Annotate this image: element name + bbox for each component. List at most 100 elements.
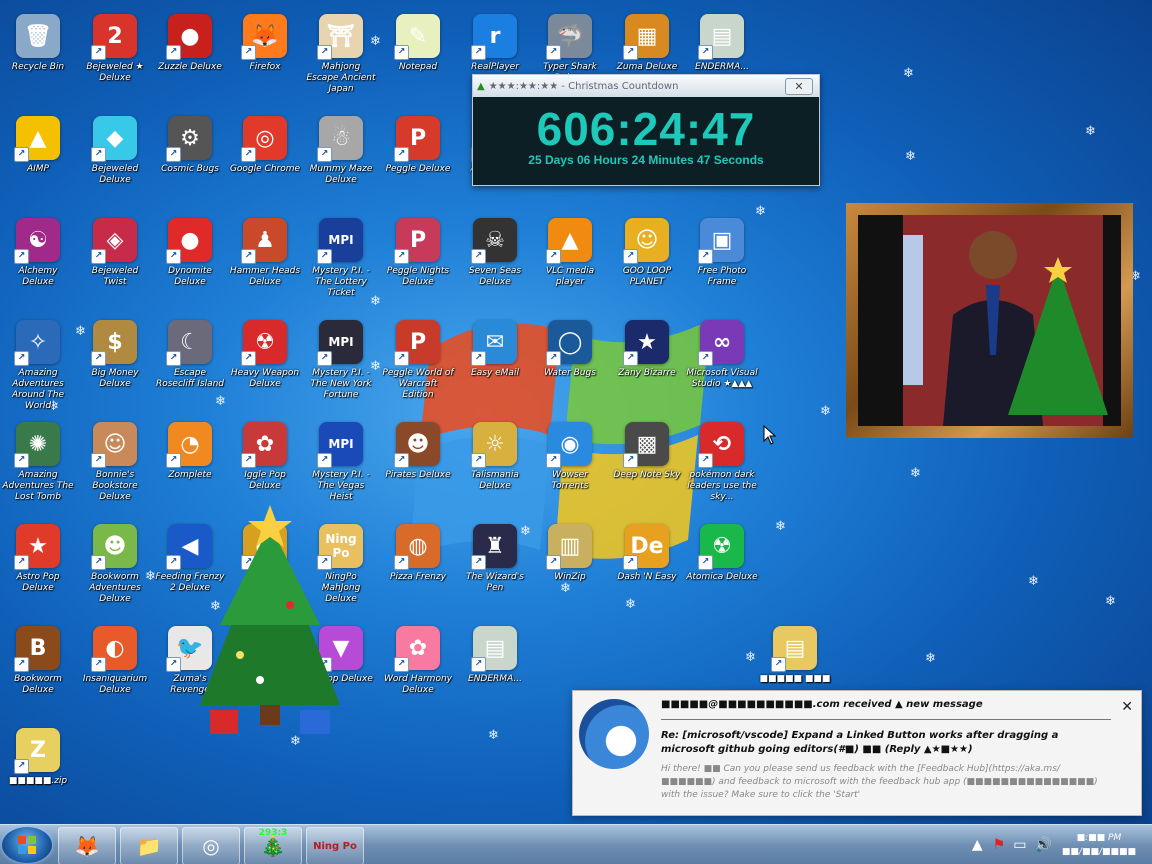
christmas-countdown-window[interactable]: ▲ ★★★:★★:★★ - Christmas Countdown ✕ 606:…	[472, 74, 820, 186]
tree-icon: ▲	[477, 80, 485, 92]
desktop-icon-label: Easy eMail	[471, 368, 519, 378]
shortcut-arrow-icon: ↗	[394, 555, 409, 570]
ningpo-taskbar-button[interactable]: Ning Po	[306, 827, 364, 864]
desktop-icon-image: MPI ↗	[317, 422, 363, 468]
windows-start-icon	[18, 836, 36, 854]
desktop-icon[interactable]: ☻ ↗ Bookworm Adventures Deluxe	[77, 520, 153, 620]
desktop-icon[interactable]: B ↗ Bookworm Deluxe	[0, 622, 76, 722]
countdown-titlebar[interactable]: ▲ ★★★:★★:★★ - Christmas Countdown ✕	[473, 75, 819, 97]
thunderbird-notification[interactable]: ■■■■■@■■■■■■■■■■.com received ▲ new mess…	[572, 690, 1142, 816]
desktop-icon[interactable]: ◯ ↗ Water Bugs	[532, 316, 608, 416]
desktop-icon[interactable]: ◆ ↗ Bejeweled Deluxe	[77, 112, 153, 212]
desktop-icon[interactable]: ☻ ↗ Pirates Deluxe	[380, 418, 456, 518]
desktop-icon[interactable]: ◐ ↗ Insaniquarium Deluxe	[77, 622, 153, 722]
desktop-icon[interactable]: Z ↗ ■■■■■.zip	[0, 724, 76, 824]
desktop-icon-label: Peggle World of Warcraft Edition	[382, 368, 454, 400]
desktop-icon[interactable]: ▩ ↗ Deep Note Sky	[609, 418, 685, 518]
desktop-icon-label: Amazing Adventures The Lost Tomb	[2, 470, 74, 502]
show-hidden-icons-icon[interactable]: ▲	[972, 837, 983, 853]
volume-icon[interactable]: 🔊	[1034, 837, 1051, 853]
desktop-icon[interactable]: 🗑 Recycle Bin	[0, 10, 76, 110]
desktop-icon[interactable]: ▲ ↗ VLC media player	[532, 214, 608, 314]
desktop-icon[interactable]: ◈ ↗ Bejeweled Twist	[77, 214, 153, 314]
shortcut-arrow-icon: ↗	[394, 147, 409, 162]
desktop-icon[interactable]: MPI ↗ Mystery P.I. - The New York Fortune	[303, 316, 379, 416]
desktop-icon[interactable]: ∞ ↗ Microsoft Visual Studio ★▲▲▲	[684, 316, 760, 416]
shortcut-arrow-icon: ↗	[623, 555, 638, 570]
desktop-icon[interactable]: ✎ ↗ Notepad	[380, 10, 456, 110]
desktop-icon[interactable]: ✿ ↗ Word Harmony Deluxe	[380, 622, 456, 722]
desktop-icon[interactable]: $ ↗ Big Money Deluxe	[77, 316, 153, 416]
firefox-taskbar-button[interactable]: 🦊	[58, 827, 116, 864]
desktop-icon[interactable]: De ↗ Dash 'N Easy	[609, 520, 685, 620]
system-clock[interactable]: ■:■■ PM ■■/■■/■■■■	[1062, 831, 1136, 859]
shortcut-arrow-icon: ↗	[546, 45, 561, 60]
shortcut-arrow-icon: ↗	[394, 249, 409, 264]
action-center-icon[interactable]: ▭	[1013, 837, 1026, 853]
desktop-icon-image: ★ ↗	[623, 320, 669, 366]
desktop-icon[interactable]: ● ↗ Dynomite Deluxe	[152, 214, 228, 314]
desktop-icon[interactable]: ☺ ↗ GOO LOOP PLANET	[609, 214, 685, 314]
desktop-icon[interactable]: ⟲ ↗ pokémon dark leaders use the sky...	[684, 418, 760, 518]
shortcut-arrow-icon: ↗	[14, 147, 29, 162]
desktop-icon[interactable]: ☼ ↗ Talismania Deluxe	[457, 418, 533, 518]
desktop-icon-label: Alchemy Deluxe	[18, 266, 58, 287]
desktop-icon[interactable]: ⚙ ↗ Cosmic Bugs	[152, 112, 228, 212]
desktop-icon[interactable]: ★ ↗ Astro Pop Deluxe	[0, 520, 76, 620]
desktop-icon[interactable]: ⛩ ↗ Mahjong Escape Ancient Japan	[303, 10, 379, 110]
desktop-icon-label: Zany Bizarre	[618, 368, 676, 378]
explorer-taskbar-button[interactable]: 📁	[120, 827, 178, 864]
desktop-icon-label: Hammer Heads Deluxe	[229, 266, 301, 287]
desktop-icon[interactable]: ● ↗ Zuzzle Deluxe	[152, 10, 228, 110]
countdown-badge: 293:3	[258, 828, 288, 838]
desktop-icon-image: P ↗	[394, 116, 440, 162]
desktop-icon-label: Amazing Adventures Around The World	[11, 368, 65, 411]
desktop-icon[interactable]: ◍ ↗ Pizza Frenzy	[380, 520, 456, 620]
desktop-icon[interactable]: ★ ↗ Zany Bizarre	[609, 316, 685, 416]
desktop-icon[interactable]: ▥ ↗ WinZip	[532, 520, 608, 620]
countdown-close-button[interactable]: ✕	[785, 77, 813, 95]
desktop-icon[interactable]: P ↗ Peggle Nights Deluxe	[380, 214, 456, 314]
desktop-icon[interactable]: ✺ ↗ Amazing Adventures The Lost Tomb	[0, 418, 76, 518]
desktop-icon[interactable]: ☢ ↗ Heavy Weapon Deluxe	[227, 316, 303, 416]
shortcut-arrow-icon: ↗	[317, 147, 332, 162]
desktop-icon[interactable]: ☾ ↗ Escape Rosecliff Island	[152, 316, 228, 416]
desktop-icon-label: Dynomite Deluxe	[168, 266, 212, 287]
countdown-taskbar-button[interactable]: 🎄 293:3	[244, 827, 302, 864]
photo-frame-widget[interactable]	[846, 203, 1133, 438]
desktop-icon-image: 🦈 ↗	[546, 14, 592, 60]
shortcut-arrow-icon: ↗	[166, 249, 181, 264]
desktop-icon[interactable]: ✧ ↗ Amazing Adventures Around The World	[0, 316, 76, 416]
desktop-icon-label: VLC media player	[545, 266, 595, 287]
desktop-icon-label: Pirates Deluxe	[385, 470, 451, 480]
desktop-icon[interactable]: P ↗ Peggle Deluxe	[380, 112, 456, 212]
desktop-icon[interactable]: MPI ↗ Mystery P.I. - The Vegas Heist	[303, 418, 379, 518]
desktop-icon-image: ▲ ↗	[14, 116, 60, 162]
desktop-icon[interactable]: ☯ ↗ Alchemy Deluxe	[0, 214, 76, 314]
desktop-icon[interactable]: ✿ ↗ Iggle Pop Deluxe	[227, 418, 303, 518]
desktop-icon[interactable]: ♜ ↗ The Wizard's Pen	[457, 520, 533, 620]
desktop-icon[interactable]: ◉ ↗ Wowser Torrents	[532, 418, 608, 518]
desktop-icon[interactable]: ♟ ↗ Hammer Heads Deluxe	[227, 214, 303, 314]
desktop-icon[interactable]: ☠ ↗ Seven Seas Deluxe	[457, 214, 533, 314]
desktop-icon[interactable]: 2 ↗ Bejeweled ★ Deluxe	[77, 10, 153, 110]
desktop-icon[interactable]: P ↗ Peggle World of Warcraft Edition	[380, 316, 456, 416]
desktop-icon[interactable]: ▤ ↗ ENDERMA...	[457, 622, 533, 722]
desktop-icon[interactable]: ▣ ↗ Free Photo Frame	[684, 214, 760, 314]
start-button[interactable]	[2, 827, 52, 863]
desktop-icon[interactable]: ☺ ↗ Bonnie's Bookstore Deluxe	[77, 418, 153, 518]
desktop-icon[interactable]: ☢ ↗ Atomica Deluxe	[684, 520, 760, 620]
network-warning-icon[interactable]: ⚑	[993, 837, 1006, 853]
chrome-taskbar-button[interactable]: ◎	[182, 827, 240, 864]
desktop-icon[interactable]: ✉ ↗ Easy eMail	[457, 316, 533, 416]
snowflake-icon: ❄	[903, 66, 914, 81]
desktop-icon[interactable]: ▲ ↗ AIMP	[0, 112, 76, 212]
desktop-icon[interactable]: MPI ↗ Mystery P.I. - The Lottery Ticket	[303, 214, 379, 314]
desktop-icon[interactable]: ☃ ↗ Mummy Maze Deluxe	[303, 112, 379, 212]
shortcut-arrow-icon: ↗	[471, 453, 486, 468]
desktop-icon[interactable]: ◎ ↗ Google Chrome	[227, 112, 303, 212]
desktop-icon[interactable]: 🦊 ↗ Firefox	[227, 10, 303, 110]
notification-close-button[interactable]: ✕	[1121, 699, 1133, 715]
thunderbird-icon	[579, 699, 649, 769]
desktop-icon[interactable]: ◔ ↗ Zomplete	[152, 418, 228, 518]
